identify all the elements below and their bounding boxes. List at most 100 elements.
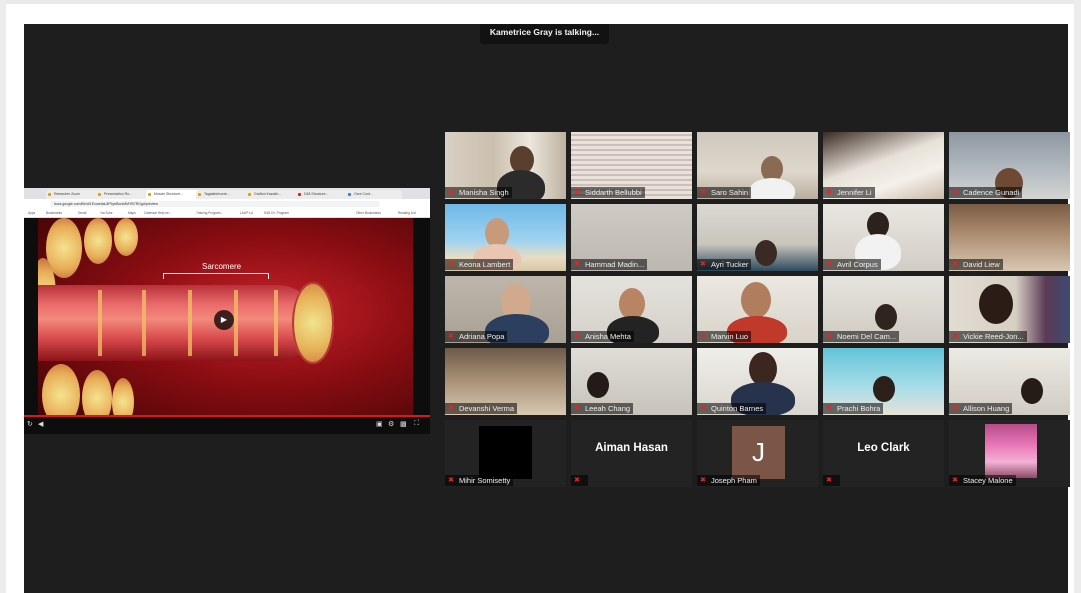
bookmark-item[interactable]: Other Bookmarks xyxy=(356,210,381,216)
browser-tab[interactable]: Tagalabelcontr... xyxy=(196,190,252,199)
participant-tile[interactable]: ✖ Allison Huang xyxy=(949,348,1070,415)
participant-tile[interactable]: ✖ Quinton Barnes xyxy=(697,348,818,415)
bookmark-item[interactable]: Bookmarks xyxy=(46,210,62,216)
participant-name: ✖ xyxy=(571,475,588,486)
participant-tile[interactable]: ✖ Mihir Somisetty xyxy=(445,420,566,487)
mic-muted-icon: ✖ xyxy=(448,261,454,268)
participant-tile[interactable]: J ✖ Joseph Pham xyxy=(697,420,818,487)
participant-tile[interactable]: ✖ Vickie Reed-Jon... xyxy=(949,276,1070,343)
participant-tile[interactable]: ✖ Saro Sahin xyxy=(697,132,818,199)
bookmark-item[interactable]: Training Program... xyxy=(196,210,223,216)
shared-screen[interactable]: Reteacher Zoom Presentation Ro... Muscle… xyxy=(24,188,430,434)
participant-name: ✖ Adriana Popa xyxy=(445,331,508,342)
bookmark-item[interactable]: Gmail xyxy=(78,210,86,216)
browser-tab-active[interactable]: Muscle Structure... xyxy=(146,190,202,199)
myofibril-cross-section xyxy=(292,282,334,364)
participant-tile[interactable]: ✖ Siddarth Bellubbi xyxy=(571,132,692,199)
volume-icon[interactable]: ◀ xyxy=(38,420,43,428)
mic-muted-icon: ✖ xyxy=(826,261,832,268)
participant-name: ✖ Manisha Singh xyxy=(445,187,512,198)
participant-body xyxy=(749,178,795,199)
participant-tile[interactable]: Aiman Hasan ✖ xyxy=(571,420,692,487)
participant-head xyxy=(1021,378,1043,404)
bookmark-item[interactable]: YouTube xyxy=(100,210,113,216)
bookmark-item[interactable]: D48 Ch. Program xyxy=(264,210,289,216)
active-speaker-banner: Kametrice Gray is talking... xyxy=(480,24,609,44)
bookmarks-bar: Apps Bookmarks Gmail YouTube Maps Calend… xyxy=(24,209,430,218)
sarcomere-label: Sarcomere xyxy=(202,262,242,271)
mic-muted-icon: ✖ xyxy=(448,333,454,340)
gear-icon[interactable]: ⚙ xyxy=(388,420,394,428)
participant-tile[interactable]: ✖ Leeah Chang xyxy=(571,348,692,415)
mic-muted-icon: ✖ xyxy=(952,333,958,340)
tab-favicon-icon xyxy=(148,193,151,196)
participant-tile[interactable]: ✖ Adriana Popa xyxy=(445,276,566,343)
mic-muted-icon: ✖ xyxy=(700,333,706,340)
browser-tab[interactable]: Presentation Ro... xyxy=(96,190,152,199)
participant-tile[interactable]: ✖ Avril Corpus xyxy=(823,204,944,271)
play-icon[interactable]: ▶ xyxy=(214,310,234,330)
participant-display-name: Aiman Hasan xyxy=(595,442,668,454)
mic-muted-icon: ✖ xyxy=(700,261,706,268)
participant-name: ✖ Saro Sahin xyxy=(697,187,752,198)
participant-name: ✖ Keona Lambert xyxy=(445,259,514,270)
z-line-band xyxy=(142,290,146,356)
participant-name: ✖ Quinton Barnes xyxy=(697,403,767,414)
browser-tab[interactable]: D48 Structure... xyxy=(296,190,352,199)
sarcomere-bracket xyxy=(163,273,269,279)
zoom-meeting-window: Kametrice Gray is talking... Reteacher Z… xyxy=(24,24,1070,593)
bookmark-item[interactable]: LAUP LA xyxy=(240,210,253,216)
participant-tile[interactable]: ✖ Stacey Malone xyxy=(949,420,1070,487)
browser-tab-strip: Reteacher Zoom Presentation Ro... Muscle… xyxy=(24,188,430,199)
participant-tile[interactable]: ✖ Noemi Del Cam... xyxy=(823,276,944,343)
video-controls: ↻ ◀ ▣ ⚙ ▩ ⛶ xyxy=(24,417,430,434)
mic-muted-icon: ✖ xyxy=(826,333,832,340)
participant-tile[interactable]: ✖ Cadence Gunadi xyxy=(949,132,1070,199)
browser-tab[interactable]: Ocre Cont... xyxy=(346,190,402,199)
mic-muted-icon: ✖ xyxy=(826,477,832,484)
participant-tile[interactable]: ✖ Manisha Singh xyxy=(445,132,566,199)
z-line-band xyxy=(274,290,278,356)
browser-tab[interactable]: Grafton Kazakh... xyxy=(246,190,302,199)
replay-icon[interactable]: ↻ xyxy=(27,420,33,428)
bookmark-item[interactable]: Calendar Help ne... xyxy=(144,210,171,216)
captions-icon[interactable]: ▣ xyxy=(376,420,383,428)
participant-tile[interactable]: ✖ Devanshi Verma xyxy=(445,348,566,415)
participant-tile[interactable]: ✖ Marvin Luo xyxy=(697,276,818,343)
participant-name: ✖ Jennifer Li xyxy=(823,187,875,198)
fiber-illustration xyxy=(84,218,112,264)
participant-tile[interactable]: ✖ Ayri Tucker xyxy=(697,204,818,271)
bookmark-item[interactable]: Reading List xyxy=(398,210,416,216)
mic-muted-icon: ✖ xyxy=(826,189,832,196)
bookmark-item[interactable]: Maps xyxy=(128,210,136,216)
participant-name: ✖ Noemi Del Cam... xyxy=(823,331,900,342)
mic-muted-icon: ✖ xyxy=(574,405,580,412)
window-top-edge xyxy=(0,0,1081,4)
mic-muted-icon: ✖ xyxy=(448,477,454,484)
mic-muted-icon: ✖ xyxy=(952,189,958,196)
z-line-band xyxy=(188,290,192,356)
url-field[interactable]: docs.google.com/file/d/1ExuxntaL8F9yeBor… xyxy=(50,201,380,207)
participant-tile[interactable]: Leo Clark ✖ xyxy=(823,420,944,487)
picture-in-picture-icon[interactable]: ▩ xyxy=(400,420,407,428)
tab-favicon-icon xyxy=(298,193,301,196)
participant-tile[interactable]: ✖ Keona Lambert xyxy=(445,204,566,271)
bookmark-item[interactable]: Apps xyxy=(28,210,35,216)
participant-head xyxy=(755,240,777,266)
fullscreen-icon[interactable]: ⛶ xyxy=(414,420,419,428)
participant-name: ✖ Joseph Pham xyxy=(697,475,760,486)
browser-tab[interactable]: Reteacher Zoom xyxy=(46,190,102,199)
tab-favicon-icon xyxy=(98,193,101,196)
participant-name: ✖ Prachi Bohra xyxy=(823,403,884,414)
z-line-band xyxy=(98,290,102,356)
participant-tile[interactable]: ✖ Jennifer Li xyxy=(823,132,944,199)
embedded-video[interactable]: Sarcomere ▶ xyxy=(38,218,413,426)
window-left-edge xyxy=(0,0,6,593)
participant-name: ✖ xyxy=(823,475,840,486)
participant-tile[interactable]: ✖ Hammad Madin... xyxy=(571,204,692,271)
participant-tile[interactable]: ✖ Anisha Mehta xyxy=(571,276,692,343)
participant-tile[interactable]: ✖ Prachi Bohra xyxy=(823,348,944,415)
tab-favicon-icon xyxy=(348,193,351,196)
participant-head xyxy=(875,304,897,330)
participant-tile[interactable]: ✖ David Liew xyxy=(949,204,1070,271)
